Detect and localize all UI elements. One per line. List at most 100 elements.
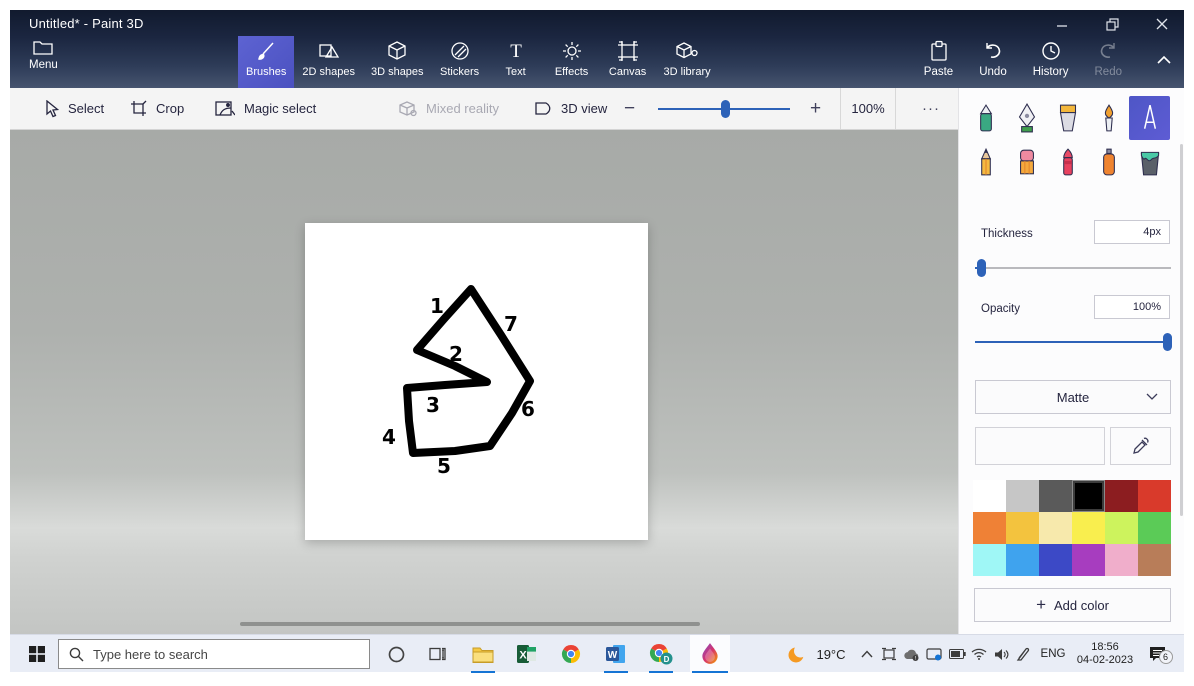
color-swatch[interactable] <box>1072 480 1105 512</box>
search-input[interactable] <box>93 646 333 662</box>
zoom-slider-thumb[interactable] <box>721 100 731 118</box>
taskbar-app-paint-3d[interactable] <box>690 635 730 673</box>
close-button[interactable] <box>1150 14 1174 34</box>
menu-button[interactable]: Menu <box>29 38 58 71</box>
horizontal-scrollbar[interactable] <box>240 622 700 626</box>
tab-stickers[interactable]: Stickers <box>432 36 488 88</box>
color-swatch[interactable] <box>1006 512 1039 544</box>
language-indicator[interactable]: ENG <box>1036 635 1070 673</box>
zoom-slider[interactable] <box>658 100 790 118</box>
brush-eraser[interactable] <box>1006 140 1047 184</box>
restore-button[interactable] <box>1100 14 1124 34</box>
tab-3d-shapes[interactable]: 3D shapes <box>363 36 432 88</box>
zoom-out-button[interactable]: − <box>624 88 635 129</box>
brush-marker[interactable] <box>965 96 1006 140</box>
weather-temperature[interactable]: 19°C <box>810 635 852 673</box>
tab-canvas[interactable]: Canvas <box>600 36 656 88</box>
color-swatch[interactable] <box>973 544 1006 576</box>
clock[interactable]: 18:56 04-02-2023 <box>1072 635 1138 673</box>
tab-effects[interactable]: Effects <box>544 36 600 88</box>
eyedropper-button[interactable] <box>1110 427 1171 465</box>
brush-watercolour[interactable] <box>1088 96 1129 140</box>
3d-view-tool[interactable]: 3D view <box>534 88 607 129</box>
add-color-button[interactable]: + Add color <box>974 588 1171 622</box>
color-swatch[interactable] <box>1105 480 1138 512</box>
color-swatch[interactable] <box>1138 480 1171 512</box>
mixed-reality-tool[interactable]: Mixed reality <box>398 88 499 129</box>
color-swatch[interactable] <box>1105 544 1138 576</box>
tray-expand-button[interactable] <box>856 635 878 673</box>
tray-battery-icon[interactable] <box>946 635 968 673</box>
paste-button[interactable]: Paste <box>914 36 963 88</box>
notification-center-button[interactable]: 6 <box>1142 635 1173 673</box>
start-button[interactable] <box>20 635 54 673</box>
tray-wifi-icon[interactable] <box>968 635 990 673</box>
brush-fill[interactable] <box>1129 140 1170 184</box>
tray-cast-icon[interactable] <box>878 635 900 673</box>
thickness-input[interactable]: 4px <box>1094 220 1170 244</box>
brush-spray-can[interactable] <box>1088 140 1129 184</box>
color-swatch[interactable] <box>1105 512 1138 544</box>
current-color-well[interactable] <box>975 427 1105 465</box>
zoom-in-button[interactable]: + <box>810 88 821 129</box>
brush-oil[interactable] <box>1047 96 1088 140</box>
taskbar-app-file-explorer[interactable] <box>463 635 503 673</box>
color-swatch[interactable] <box>1039 512 1072 544</box>
weather-icon[interactable] <box>785 635 809 673</box>
tab-brushes[interactable]: Brushes <box>238 36 295 88</box>
drawing-canvas[interactable]: 12 3 4 5 6 7 <box>305 223 648 540</box>
sidebar-scrollbar[interactable] <box>1180 144 1183 516</box>
more-options-button[interactable]: ··· <box>906 88 956 129</box>
task-view-button[interactable] <box>420 635 454 673</box>
color-swatch[interactable] <box>973 480 1006 512</box>
tab-text[interactable]: T Text <box>488 36 544 88</box>
finish-dropdown[interactable]: Matte <box>975 380 1171 414</box>
brush-calligraphy-pen[interactable] <box>1006 96 1047 140</box>
opacity-slider-thumb[interactable] <box>1163 333 1173 351</box>
color-swatch[interactable] <box>973 512 1006 544</box>
history-button[interactable]: History <box>1023 36 1079 88</box>
collapse-ribbon-button[interactable] <box>1156 52 1172 70</box>
color-swatch[interactable] <box>1072 512 1105 544</box>
ribbon-tabs: Brushes 2D shapes 3D shapes Stickers T T… <box>238 36 719 88</box>
color-swatch[interactable] <box>1006 480 1039 512</box>
workspace-background: 12 3 4 5 6 7 <box>10 130 958 634</box>
color-swatch[interactable] <box>1006 544 1039 576</box>
minimize-button[interactable] <box>1050 14 1074 34</box>
brush-crayon[interactable] <box>1047 140 1088 184</box>
magic-select-tool[interactable]: Magic select <box>215 88 316 129</box>
zoom-percentage[interactable]: 100% <box>840 88 896 129</box>
tray-volume-icon[interactable] <box>990 635 1012 673</box>
redo-button[interactable]: Redo <box>1085 36 1133 88</box>
color-swatch[interactable] <box>1138 544 1171 576</box>
opacity-slider[interactable] <box>975 332 1173 352</box>
tab-2d-shapes[interactable]: 2D shapes <box>294 36 363 88</box>
color-swatch[interactable] <box>1039 480 1072 512</box>
action-label: History <box>1032 66 1069 78</box>
undo-button[interactable]: Undo <box>969 36 1017 88</box>
thickness-slider[interactable] <box>975 258 1171 278</box>
cortana-button[interactable] <box>380 635 412 673</box>
brush-pencil[interactable] <box>965 140 1006 184</box>
opacity-input[interactable]: 100% <box>1094 295 1170 319</box>
taskbar-app-chrome-dev[interactable]: D <box>641 635 681 673</box>
mixed-reality-icon <box>399 101 417 117</box>
color-swatch[interactable] <box>1138 512 1171 544</box>
tray-screenshare-icon[interactable] <box>923 635 945 673</box>
taskbar-app-word[interactable]: W <box>596 635 636 673</box>
brush-pixel-pen[interactable] <box>1129 96 1170 140</box>
tab-3d-library[interactable]: 3D library <box>656 36 719 88</box>
thickness-slider-thumb[interactable] <box>976 259 986 277</box>
color-swatch[interactable] <box>1072 544 1105 576</box>
tray-onedrive-icon[interactable]: ! <box>900 635 922 673</box>
tray-ink-icon[interactable] <box>1012 635 1034 673</box>
color-swatch[interactable] <box>1039 544 1072 576</box>
taskbar-search[interactable] <box>58 639 370 669</box>
select-tool[interactable]: Select <box>44 88 104 129</box>
taskbar-app-chrome[interactable] <box>551 635 591 673</box>
plus-icon: + <box>1036 595 1046 614</box>
taskbar-app-excel[interactable]: X <box>507 635 547 673</box>
crop-tool[interactable]: Crop <box>130 88 184 129</box>
screen: Untitled* - Paint 3D Menu Brushes 2D sha… <box>10 10 1184 673</box>
pencil-icon <box>980 147 991 176</box>
